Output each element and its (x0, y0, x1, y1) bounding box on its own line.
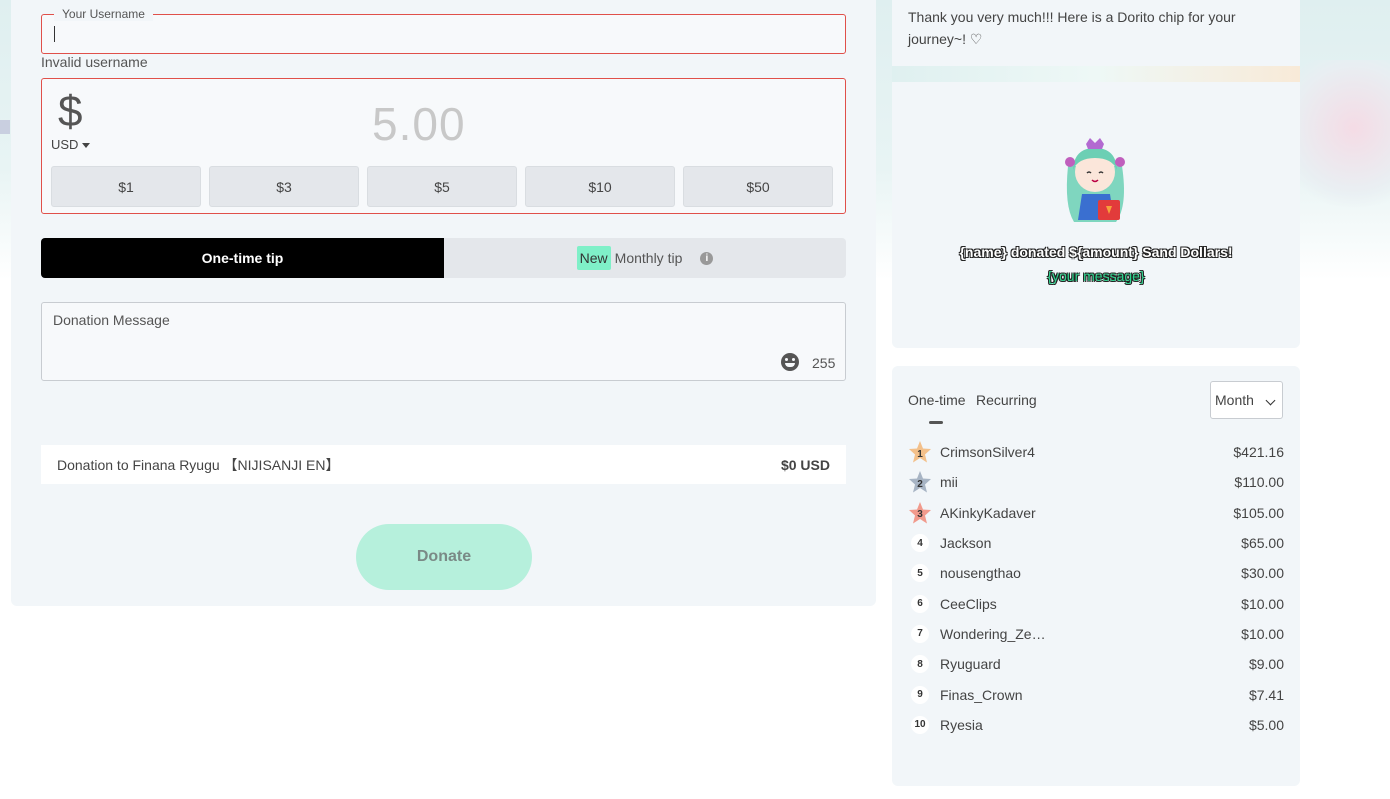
donor-name: AKinkyKadaver (940, 504, 1036, 521)
donor-name: Wondering_Ze… (940, 625, 1046, 642)
preset-button-5[interactable]: $5 (367, 166, 517, 207)
rank-medal-icon: 1 (908, 440, 932, 464)
amount-field[interactable]: $ USD 5.00 $1 $3 $5 $10 $50 (41, 78, 846, 214)
rank-number: 9 (911, 685, 929, 704)
donor-name: nousengthao (940, 565, 1021, 582)
donor-name: Finas_Crown (940, 686, 1023, 703)
alert-preview: {name} donated ${amount} Sand Dollars! {… (892, 82, 1300, 348)
donation-form: Your Username Invalid username $ USD 5.0… (11, 0, 876, 606)
alert-preview-message: {your message} (1047, 268, 1145, 284)
donor-amount: $110.00 (1234, 474, 1284, 491)
background-decoration (1300, 60, 1390, 230)
donor-name: Jackson (940, 535, 992, 552)
tab-one-time[interactable]: One-time (908, 392, 966, 408)
leaderboard-row: 9 Finas_Crown $7.41 (908, 679, 1284, 709)
caret-down-icon (82, 143, 91, 149)
leaderboard-row: 8 Ryuguard $9.00 (908, 649, 1284, 679)
decorative-band (892, 66, 1300, 82)
rank-number: 8 (911, 655, 929, 674)
preset-button-3[interactable]: $3 (209, 166, 359, 207)
donor-amount: $65.00 (1241, 535, 1284, 552)
username-error: Invalid username (41, 54, 148, 70)
leaderboard-row: 5 nousengthao $30.00 (908, 558, 1284, 588)
donor-amount: $5.00 (1248, 716, 1284, 733)
donation-message-input[interactable]: Donation Message 255 (41, 302, 846, 381)
rank-badge: 5 (908, 561, 932, 585)
rank-number: 7 (911, 624, 929, 643)
one-time-tip-tab[interactable]: One-time tip (41, 238, 444, 278)
donor-name: Ryesia (940, 716, 983, 733)
donor-amount: $421.16 (1233, 444, 1284, 461)
rank-badge: 7 (908, 622, 932, 646)
donor-name: mii (940, 474, 958, 491)
preset-amounts: $1 $3 $5 $10 $50 (51, 166, 833, 207)
rank-number: 2 (917, 478, 923, 490)
rank-number: 3 (917, 509, 923, 521)
tab-recurring[interactable]: Recurring (976, 392, 1037, 408)
leaderboard-row: 4 Jackson $65.00 (908, 528, 1284, 558)
mascot-image (1065, 138, 1125, 222)
tip-type-toggle: One-time tip New Monthly tip i (41, 238, 846, 278)
rank-badge: 4 (908, 531, 932, 555)
summary-amount: $0 USD (780, 456, 830, 473)
active-tab-indicator (929, 421, 943, 424)
leaderboard-row: 1 CrimsonSilver4 $421.16 (908, 437, 1284, 467)
background-decoration (0, 120, 10, 134)
leaderboard-list: 1 CrimsonSilver4 $421.16 2 mii $110.00 3 AKinky… (908, 437, 1284, 740)
currency-symbol: $ (58, 87, 83, 136)
rank-number: 4 (911, 534, 929, 553)
leaderboard-row: 3 AKinkyKadaver $105.00 (908, 498, 1284, 528)
donor-amount: $10.00 (1241, 625, 1284, 642)
donor-amount: $9.00 (1248, 656, 1284, 673)
donor-amount: $30.00 (1241, 565, 1284, 582)
rank-medal-icon: 3 (908, 501, 932, 525)
text-cursor (54, 26, 55, 42)
donor-amount: $7.41 (1248, 686, 1284, 703)
emoji-icon[interactable] (781, 353, 799, 371)
username-label: Your Username (54, 7, 153, 21)
monthly-tip-label: Monthly tip (614, 250, 683, 266)
thanks-card: Thank you very much!!! Here is a Dorito … (892, 0, 1300, 66)
username-input[interactable]: Your Username (41, 7, 846, 54)
currency-select[interactable]: USD (51, 137, 91, 152)
rank-number: 6 (911, 594, 929, 613)
preset-button-10[interactable]: $10 (525, 166, 675, 207)
rank-badge: 6 (908, 592, 932, 616)
new-badge: New (576, 246, 611, 270)
leaderboard-row: 10 Ryesia $5.00 (908, 710, 1284, 740)
donor-name: CeeClips (940, 595, 997, 612)
period-value: Month (1215, 392, 1254, 408)
leaderboard-row: 6 CeeClips $10.00 (908, 588, 1284, 618)
rank-medal-icon: 2 (908, 470, 932, 494)
rank-number: 10 (911, 715, 929, 734)
donor-amount: $105.00 (1233, 504, 1284, 521)
preset-button-1[interactable]: $1 (51, 166, 201, 207)
chevron-down-icon (1265, 395, 1276, 406)
donation-summary: Donation to Finana Ryugu 【NIJISANJI EN】 … (41, 445, 846, 484)
leaderboard-row: 2 mii $110.00 (908, 467, 1284, 497)
donor-name: CrimsonSilver4 (940, 444, 1035, 461)
thanks-message: Thank you very much!!! Here is a Dorito … (908, 9, 1236, 47)
monthly-tip-tab[interactable]: New Monthly tip i (444, 238, 846, 278)
rank-badge: 10 (908, 713, 932, 737)
message-placeholder: Donation Message (53, 312, 170, 328)
donor-name: Ryuguard (940, 656, 1001, 673)
leaderboard: One-time Recurring Month 1 CrimsonSilver4… (892, 366, 1300, 786)
donate-button[interactable]: Donate (356, 524, 532, 590)
rank-number: 1 (917, 448, 923, 460)
donor-amount: $10.00 (1241, 595, 1284, 612)
amount-input[interactable]: 5.00 (372, 97, 466, 151)
rank-badge: 8 (908, 652, 932, 676)
summary-label: Donation to Finana Ryugu 【NIJISANJI EN】 (57, 456, 340, 473)
rank-badge: 9 (908, 683, 932, 707)
currency-code: USD (51, 137, 79, 152)
alert-preview-title: {name} donated ${amount} Sand Dollars! (959, 244, 1233, 260)
char-count: 255 (812, 355, 836, 371)
preset-button-50[interactable]: $50 (683, 166, 833, 207)
leaderboard-row: 7 Wondering_Ze… $10.00 (908, 619, 1284, 649)
period-select[interactable]: Month (1210, 381, 1283, 419)
rank-number: 5 (911, 564, 929, 583)
info-icon[interactable]: i (700, 251, 714, 265)
